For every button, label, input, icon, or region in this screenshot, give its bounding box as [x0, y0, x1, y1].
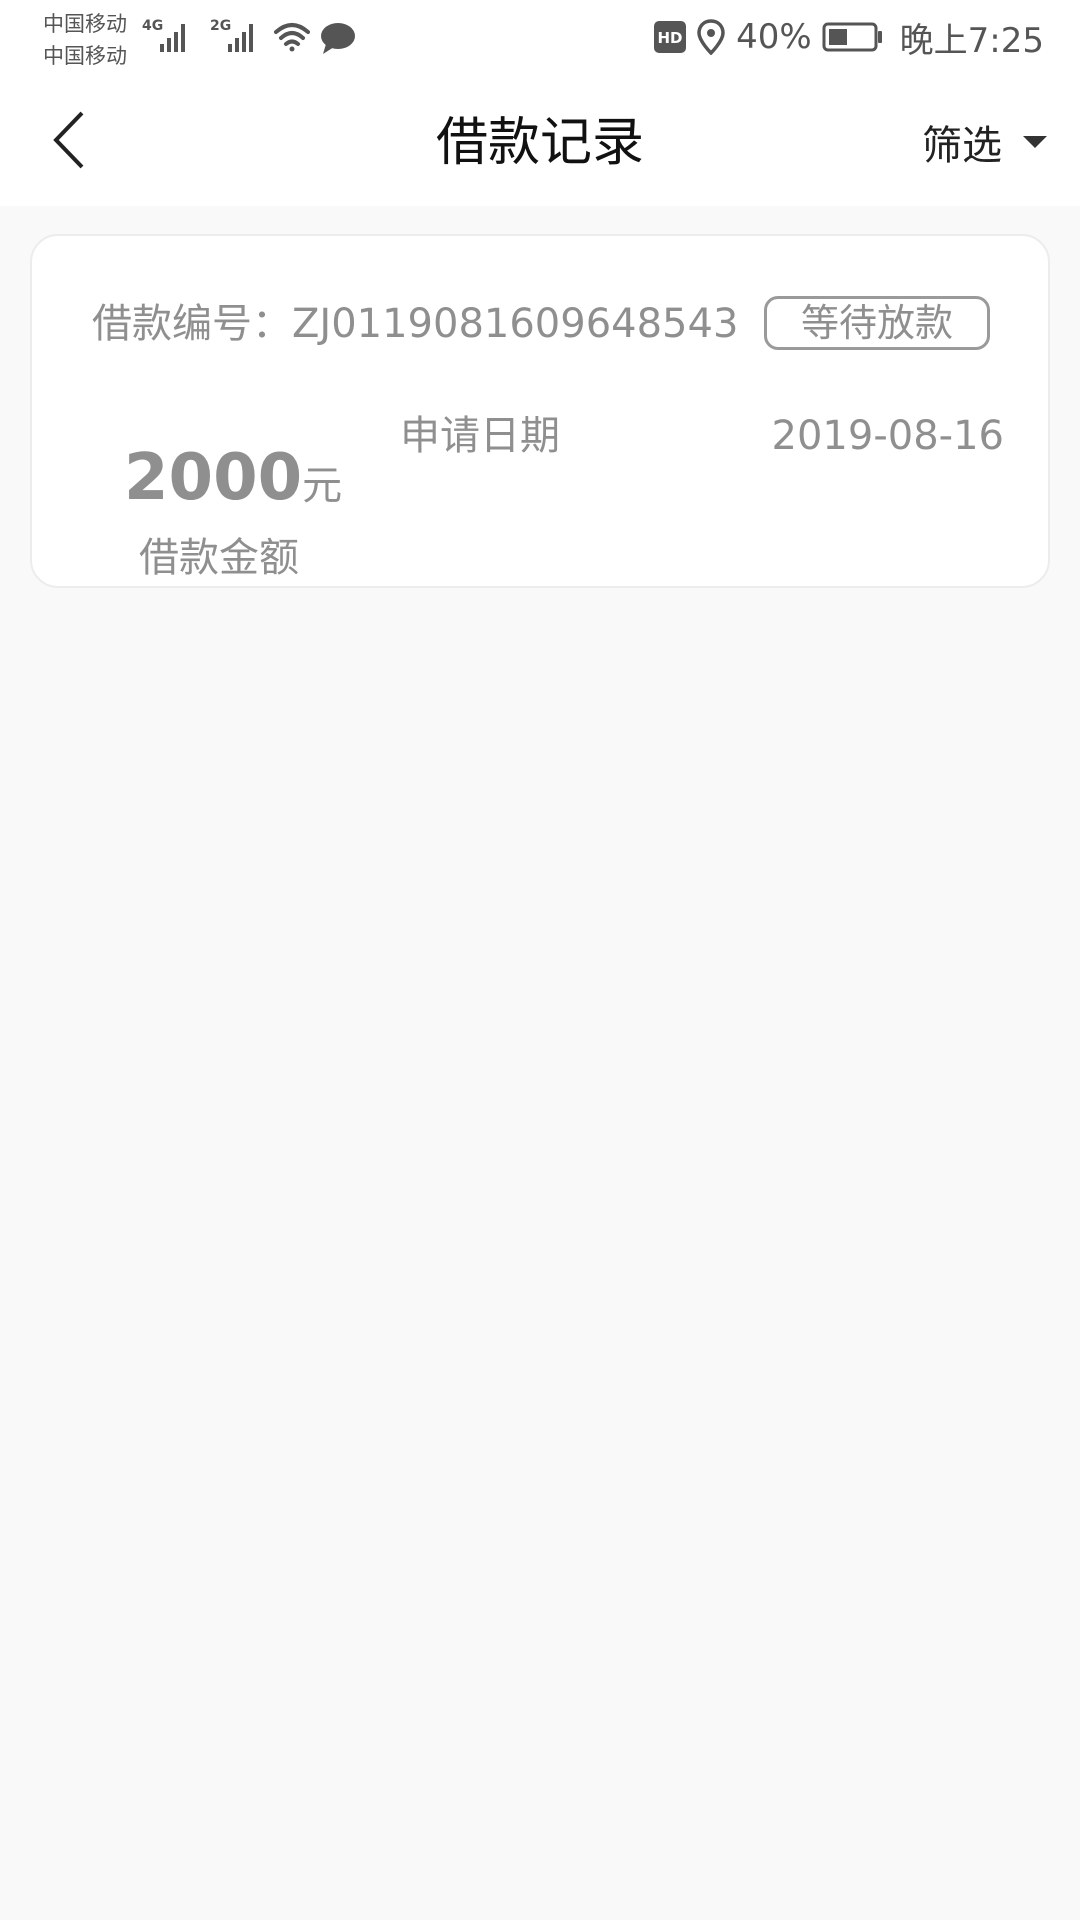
network-4g-label: 4G	[142, 18, 163, 34]
message-icon	[321, 23, 355, 54]
nav-bar: 借款记录 筛选	[0, 80, 1080, 206]
signal-icons: 4G 2G	[142, 18, 355, 54]
hd-badge-text: HD	[658, 29, 683, 47]
amount-line: 2000元	[124, 438, 342, 534]
loan-number: 借款编号：ZJ0119081609648543	[92, 296, 738, 352]
battery-icon	[822, 22, 882, 52]
back-arrow-icon	[53, 111, 84, 169]
apply-date-value: 2019-08-16	[771, 413, 1004, 459]
amount-unit: 元	[302, 463, 343, 509]
filter-button[interactable]: 筛选	[922, 110, 1048, 174]
loan-number-label: 借款编号：	[92, 301, 292, 347]
caret-down-icon	[1023, 136, 1047, 148]
carrier-labels: 中国移动 中国移动	[43, 8, 127, 72]
filter-label: 筛选	[922, 123, 1002, 169]
amount-value: 2000	[124, 441, 303, 515]
carrier-1: 中国移动	[43, 12, 127, 36]
status-badge: 等待放款	[764, 296, 990, 350]
carrier-2: 中国移动	[43, 44, 127, 68]
battery-percent: 40%	[736, 17, 812, 57]
clock: 晚上7:25	[899, 20, 1044, 61]
wifi-icon	[274, 23, 310, 52]
page-title: 借款记录	[435, 113, 644, 173]
location-icon	[697, 19, 725, 55]
status-bar: 中国移动 中国移动 4G 2G HD 40% 晚上7:25	[0, 0, 1080, 80]
loan-amount: 2000元 借款金额	[124, 438, 342, 582]
back-button[interactable]	[28, 100, 108, 180]
loan-record-card[interactable]: 借款编号：ZJ0119081609648543 等待放款 申请日期 2019-0…	[30, 234, 1050, 588]
apply-date-label: 申请日期	[400, 413, 560, 459]
loan-number-value: ZJ0119081609648543	[292, 301, 739, 347]
status-right: HD 40% 晚上7:25	[644, 14, 1044, 61]
amount-label: 借款金额	[139, 535, 299, 581]
hd-icon: HD	[654, 21, 687, 53]
network-2g-label: 2G	[210, 18, 231, 34]
signal-2-icon	[228, 24, 253, 52]
signal-1-icon	[160, 24, 185, 52]
